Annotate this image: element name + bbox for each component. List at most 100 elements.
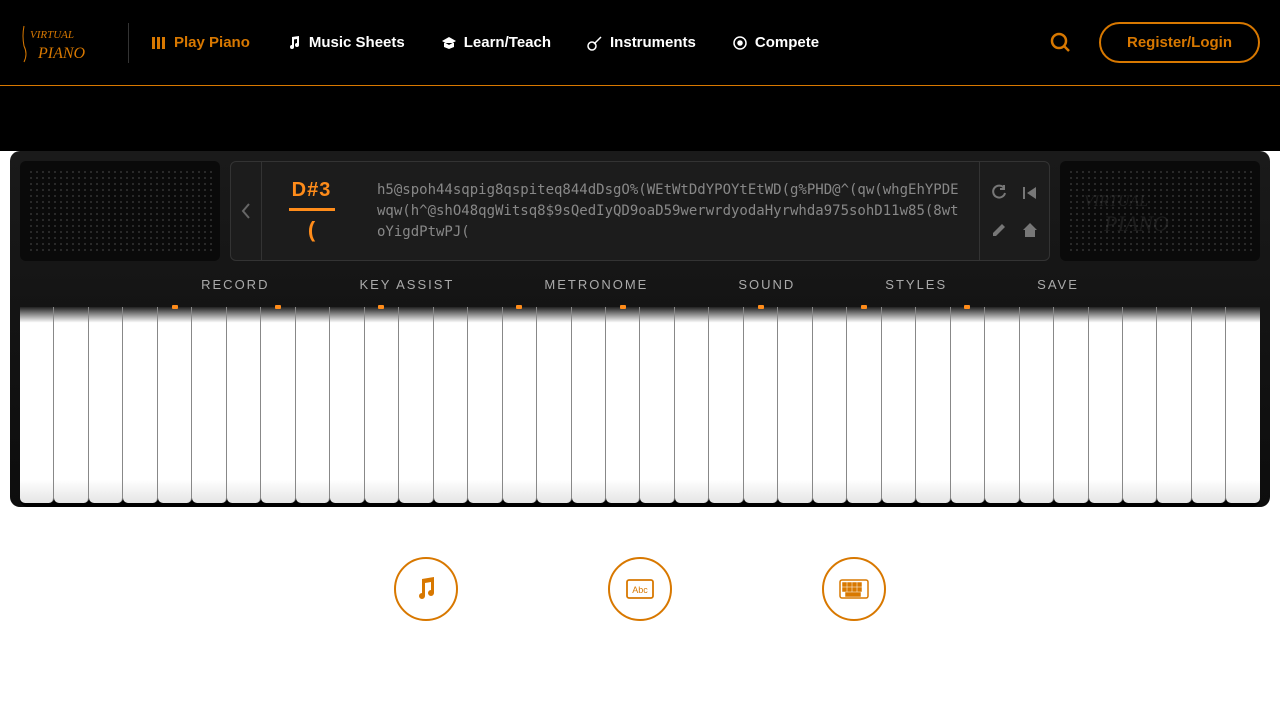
- white-key[interactable]: [675, 307, 709, 503]
- sequence-text: h5@spoh44sqpig8qspiteq844dDsgO%(WEtWtDdY…: [377, 180, 963, 243]
- feature-music-sheets[interactable]: [394, 557, 458, 621]
- nav-music-sheets[interactable]: Music Sheets: [272, 0, 419, 86]
- white-key[interactable]: [192, 307, 226, 503]
- white-key[interactable]: [434, 307, 468, 503]
- toolbar-metronome[interactable]: METRONOME: [544, 277, 648, 292]
- white-key[interactable]: [399, 307, 433, 503]
- white-key[interactable]: [985, 307, 1019, 503]
- white-key[interactable]: [1089, 307, 1123, 503]
- pencil-icon: [991, 222, 1007, 238]
- main-header: VIRTUAL PIANO Play Piano Music Sheets Lea…: [0, 0, 1280, 86]
- speaker-left: [20, 161, 220, 261]
- restart-button[interactable]: [986, 176, 1013, 209]
- piano-keyboard[interactable]: [20, 307, 1260, 507]
- guitar-icon: [587, 35, 603, 51]
- music-note-icon: [286, 35, 302, 51]
- nav-compete[interactable]: Compete: [718, 0, 833, 86]
- key-indicator: [275, 305, 281, 309]
- toolbar-sound[interactable]: SOUND: [738, 277, 795, 292]
- keyboard-icon: [839, 579, 869, 599]
- watermark-logo: VIRTUALPIANO: [1074, 181, 1254, 241]
- white-key[interactable]: [330, 307, 364, 503]
- toolbar-key-assist[interactable]: KEY ASSIST: [359, 277, 454, 292]
- white-key[interactable]: [640, 307, 674, 503]
- search-button[interactable]: [1041, 23, 1081, 63]
- nav-label: Instruments: [610, 34, 696, 51]
- control-bar: D#3 ( h5@spoh44sqpig8qspiteq844dDsgO%(WE…: [20, 161, 1260, 261]
- white-key[interactable]: [1192, 307, 1226, 503]
- display-back-button[interactable]: [231, 162, 261, 260]
- toolbar-save[interactable]: SAVE: [1037, 277, 1079, 292]
- key-indicator: [758, 305, 764, 309]
- piano-bars-icon: [151, 35, 167, 51]
- white-key[interactable]: [951, 307, 985, 503]
- white-key[interactable]: [778, 307, 812, 503]
- piano-toolbar: RECORD KEY ASSIST METRONOME SOUND STYLES…: [20, 261, 1260, 307]
- display-note-panel: D#3 (: [261, 162, 361, 260]
- sequence-display: h5@spoh44sqpig8qspiteq844dDsgO%(WEtWtDdY…: [361, 162, 979, 260]
- white-key[interactable]: [537, 307, 571, 503]
- piano-frame: D#3 ( h5@spoh44sqpig8qspiteq844dDsgO%(WE…: [10, 151, 1270, 507]
- key-indicator: [964, 305, 970, 309]
- white-key[interactable]: [1020, 307, 1054, 503]
- white-key[interactable]: [365, 307, 399, 503]
- white-key[interactable]: [1157, 307, 1191, 503]
- key-indicator: [172, 305, 178, 309]
- hero-spacer: [0, 86, 1280, 151]
- white-key[interactable]: [572, 307, 606, 503]
- svg-text:PIANO: PIANO: [37, 45, 86, 62]
- svg-text:Abc: Abc: [632, 585, 648, 595]
- nav-play-piano[interactable]: Play Piano: [137, 0, 264, 86]
- nav-learn-teach[interactable]: Learn/Teach: [427, 0, 565, 86]
- register-login-button[interactable]: Register/Login: [1099, 22, 1260, 63]
- current-note-char: (: [308, 217, 315, 243]
- home-button[interactable]: [1017, 213, 1044, 246]
- white-key[interactable]: [882, 307, 916, 503]
- toolbar-record[interactable]: RECORD: [201, 277, 269, 292]
- white-key[interactable]: [1054, 307, 1088, 503]
- nav-divider: [128, 23, 129, 63]
- nav-instruments[interactable]: Instruments: [573, 0, 710, 86]
- white-key[interactable]: [709, 307, 743, 503]
- nav-label: Compete: [755, 34, 819, 51]
- music-notes-icon: [412, 575, 440, 603]
- nav-label: Play Piano: [174, 34, 250, 51]
- white-key[interactable]: [123, 307, 157, 503]
- feature-keyboard[interactable]: [822, 557, 886, 621]
- display-panel: D#3 ( h5@spoh44sqpig8qspiteq844dDsgO%(WE…: [230, 161, 1050, 261]
- white-key[interactable]: [227, 307, 261, 503]
- nav-label: Music Sheets: [309, 34, 405, 51]
- graduation-cap-icon: [441, 35, 457, 51]
- toolbar-styles[interactable]: STYLES: [885, 277, 947, 292]
- white-key[interactable]: [744, 307, 778, 503]
- edit-button[interactable]: [986, 213, 1013, 246]
- svg-text:PIANO: PIANO: [1103, 211, 1169, 236]
- white-key[interactable]: [296, 307, 330, 503]
- svg-text:VIRTUAL: VIRTUAL: [30, 29, 74, 41]
- white-key[interactable]: [1226, 307, 1259, 503]
- white-key[interactable]: [20, 307, 54, 503]
- white-key[interactable]: [158, 307, 192, 503]
- white-key[interactable]: [1123, 307, 1157, 503]
- feature-key-labels[interactable]: Abc: [608, 557, 672, 621]
- white-key[interactable]: [503, 307, 537, 503]
- white-key[interactable]: [54, 307, 88, 503]
- white-key[interactable]: [606, 307, 640, 503]
- key-indicator: [620, 305, 626, 309]
- nav-label: Learn/Teach: [464, 34, 551, 51]
- white-key[interactable]: [261, 307, 295, 503]
- white-key[interactable]: [813, 307, 847, 503]
- display-control-grid: [979, 162, 1049, 260]
- logo[interactable]: VIRTUAL PIANO: [20, 18, 110, 68]
- white-key[interactable]: [89, 307, 123, 503]
- white-key[interactable]: [847, 307, 881, 503]
- key-indicator: [516, 305, 522, 309]
- white-key[interactable]: [468, 307, 502, 503]
- abc-key-icon: Abc: [625, 578, 655, 600]
- key-indicator: [861, 305, 867, 309]
- speaker-right: VIRTUALPIANO: [1060, 161, 1260, 261]
- white-key[interactable]: [916, 307, 950, 503]
- current-note: D#3: [292, 179, 332, 202]
- feature-row: Abc: [0, 557, 1280, 621]
- rewind-button[interactable]: [1017, 176, 1044, 209]
